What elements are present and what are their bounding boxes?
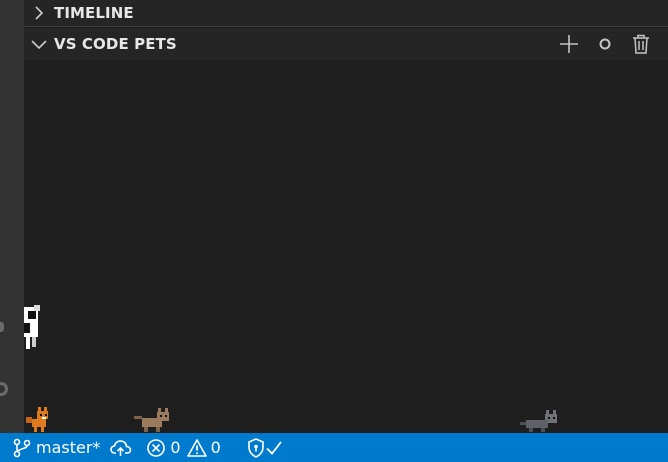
cow-pet[interactable] xyxy=(24,305,42,351)
branch-name: master* xyxy=(36,438,101,457)
error-icon xyxy=(147,438,166,457)
pets-section-header[interactable]: VS CODE PETS xyxy=(24,28,668,60)
remove-pet-button[interactable] xyxy=(630,33,652,55)
account-icon[interactable] xyxy=(0,322,4,332)
timeline-title: TIMELINE xyxy=(54,4,134,22)
status-bar: master* 0 0 xyxy=(0,433,668,462)
plus-icon xyxy=(560,35,578,53)
fox-pet[interactable] xyxy=(26,407,50,433)
error-count: 0 xyxy=(170,438,181,457)
sidebar: TIMELINE VS CODE PETS xyxy=(24,0,668,433)
pets-panel xyxy=(24,60,668,433)
branch-status[interactable]: master* xyxy=(12,433,100,462)
settings-gear-icon[interactable] xyxy=(0,382,8,396)
pets-actions xyxy=(558,28,652,60)
warning-count: 0 xyxy=(210,438,221,457)
pets-title: VS CODE PETS xyxy=(54,35,177,53)
warning-icon xyxy=(186,438,207,457)
add-pet-button[interactable] xyxy=(558,33,580,55)
chevron-right-icon xyxy=(24,0,54,26)
gray-cat-pet[interactable] xyxy=(520,410,558,433)
activity-bar xyxy=(0,0,24,433)
git-branch-icon xyxy=(13,438,31,457)
publish-button[interactable] xyxy=(110,433,132,462)
circle-icon xyxy=(599,38,611,50)
chevron-down-icon xyxy=(24,28,54,60)
check-icon xyxy=(266,440,282,455)
security-status[interactable] xyxy=(247,433,283,462)
trash-icon xyxy=(633,34,649,54)
shield-icon xyxy=(247,437,264,458)
throw-ball-button[interactable] xyxy=(594,33,616,55)
problems-status[interactable]: 0 0 xyxy=(146,433,221,462)
brown-cat-pet[interactable] xyxy=(134,408,170,433)
cloud-upload-icon xyxy=(110,439,132,456)
timeline-section-header[interactable]: TIMELINE xyxy=(24,0,668,27)
